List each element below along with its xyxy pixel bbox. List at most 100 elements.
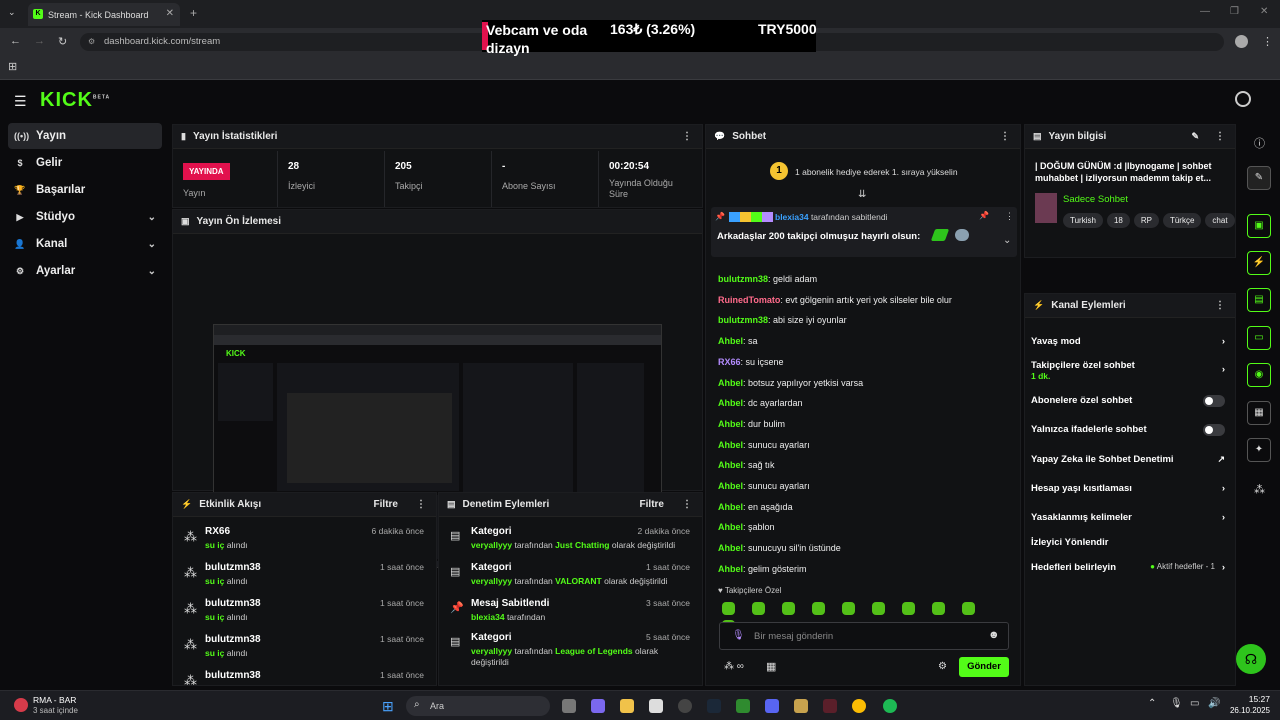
category-name[interactable]: Sadece Sohbet: [1063, 194, 1128, 205]
wrench-icon[interactable]: ✦: [1247, 438, 1271, 462]
broadcast-icon[interactable]: ◉: [1247, 363, 1271, 387]
apps-grid-icon[interactable]: ⊞: [8, 60, 17, 73]
document-icon[interactable]: ▤: [1247, 288, 1271, 312]
sidebar-item[interactable]: ▶ Stüdyo ⌄: [8, 204, 162, 230]
emote-only-toggle[interactable]: [1203, 424, 1225, 436]
emoji-icon[interactable]: ☻: [988, 629, 1000, 641]
subs-only-toggle[interactable]: [1203, 395, 1225, 407]
chat-message[interactable]: Ahbel: botsuz yapılıyor yetkisi varsa: [718, 378, 863, 388]
emote-icon[interactable]: [782, 602, 795, 615]
file-explorer-icon[interactable]: [620, 699, 634, 713]
kick-logo[interactable]: KICKBETA: [40, 89, 110, 112]
tab-search-icon[interactable]: ⌄: [8, 7, 16, 18]
activity-user[interactable]: bulutzmn38: [205, 670, 261, 681]
chat-message[interactable]: Ahbel: şablon: [718, 522, 775, 532]
pinned-menu-icon[interactable]: ⋮: [1005, 211, 1014, 222]
hamburger-menu-icon[interactable]: ☰: [14, 93, 27, 110]
chat-message[interactable]: bulutzmn38: abi size iyi oyunlar: [718, 315, 847, 325]
lightning-icon[interactable]: ⚡: [1247, 251, 1271, 275]
app-icon[interactable]: [823, 699, 837, 713]
raid-row[interactable]: İzleyici Yönlendir: [1031, 537, 1225, 548]
chat-username[interactable]: Ahbel: [718, 398, 743, 408]
chat-icon[interactable]: ▭: [1247, 326, 1271, 350]
subs-only-row[interactable]: Abonelere özel sohbet: [1031, 395, 1225, 407]
app-icon[interactable]: [794, 699, 808, 713]
chat-username[interactable]: Ahbel: [718, 336, 743, 346]
minecraft-icon[interactable]: [736, 699, 750, 713]
mic-icon[interactable]: 🎙: [732, 630, 745, 641]
unpin-icon[interactable]: 📌: [979, 211, 989, 220]
maximize-icon[interactable]: ❐: [1230, 6, 1239, 17]
chat-message[interactable]: Ahbel: sa: [718, 336, 758, 346]
support-headset-icon[interactable]: ☊: [1236, 644, 1266, 674]
chat-username[interactable]: Ahbel: [718, 378, 743, 388]
edit-pencil-icon[interactable]: ✎: [1247, 166, 1271, 190]
activity-user[interactable]: bulutzmn38: [205, 562, 261, 573]
banned-words-row[interactable]: Yasaklanmış kelimeler ›: [1031, 512, 1225, 523]
channel-actions-menu-icon[interactable]: ⋮: [1215, 300, 1225, 311]
clock-time[interactable]: 15:27: [1240, 694, 1270, 704]
taskbar-search[interactable]: ⌕ Ara: [406, 696, 550, 716]
profile-avatar[interactable]: [1235, 35, 1248, 48]
activity-filter-button[interactable]: Filtre: [374, 499, 398, 510]
send-button[interactable]: Gönder: [959, 657, 1009, 677]
browser-menu-icon[interactable]: ⋮: [1262, 35, 1273, 48]
chat-username[interactable]: RX66: [718, 357, 741, 367]
chat-username[interactable]: Ahbel: [718, 543, 743, 553]
clip-icon[interactable]: ▣: [1247, 214, 1271, 238]
sidebar-item[interactable]: ((•)) Yayın: [8, 123, 162, 149]
moderation-menu-icon[interactable]: ⋮: [682, 499, 692, 510]
weather-icon[interactable]: [14, 698, 28, 712]
layout-icon[interactable]: ▦: [1247, 401, 1271, 425]
info-menu-icon[interactable]: ⋮: [1215, 131, 1225, 142]
chat-settings-icon[interactable]: ⚙: [938, 661, 947, 672]
user-avatar[interactable]: [1235, 91, 1251, 107]
sidebar-item[interactable]: ⚙ Ayarlar ⌄: [8, 258, 162, 284]
chat-message[interactable]: Ahbel: dur bulim: [718, 419, 785, 429]
emote-only-row[interactable]: Yalnızca ifadelerle sohbet: [1031, 424, 1225, 436]
expand-pinned-icon[interactable]: ⌄: [1003, 235, 1011, 246]
activity-menu-icon[interactable]: ⋮: [416, 499, 426, 510]
account-age-row[interactable]: Hesap yaşı kısıtlaması ›: [1031, 483, 1225, 494]
moderation-filter-button[interactable]: Filtre: [640, 499, 664, 510]
volume-icon[interactable]: 🔊: [1208, 698, 1220, 709]
clock-date[interactable]: 26.10.2025: [1222, 706, 1270, 715]
chat-username[interactable]: bulutzmn38: [718, 315, 768, 325]
emote-icon[interactable]: [842, 602, 855, 615]
chat-username[interactable]: Ahbel: [718, 419, 743, 429]
moderator-name[interactable]: veryallyyy: [471, 540, 512, 550]
chat-username[interactable]: Ahbel: [718, 440, 743, 450]
site-info-icon[interactable]: ⚙: [88, 33, 95, 51]
store-icon[interactable]: ▦: [766, 660, 776, 673]
chat-message[interactable]: Ahbel: sunucu ayarları: [718, 481, 810, 491]
tag-pill[interactable]: Türkçe: [1162, 213, 1202, 228]
chat-menu-icon[interactable]: ⋮: [1000, 131, 1010, 142]
emote-icon[interactable]: [962, 602, 975, 615]
store-icon[interactable]: [649, 699, 663, 713]
moderator-name[interactable]: veryallyyy: [471, 646, 512, 656]
emote-icon[interactable]: [932, 602, 945, 615]
emote-icon[interactable]: [722, 602, 735, 615]
forward-icon[interactable]: →: [34, 35, 45, 47]
slow-mode-row[interactable]: Yavaş mod ›: [1031, 336, 1225, 347]
community-icon[interactable]: ⁂: [1254, 483, 1265, 496]
network-icon[interactable]: ▭: [1190, 698, 1199, 709]
gift-prompt[interactable]: 1 abonelik hediye ederek 1. sıraya yükse…: [795, 167, 958, 177]
goals-row[interactable]: Hedefleri belirleyin ● Aktif hedefler - …: [1031, 562, 1225, 573]
chat-username[interactable]: bulutzmn38: [718, 274, 768, 284]
back-icon[interactable]: ←: [10, 35, 21, 47]
moderator-name[interactable]: blexia34: [471, 612, 505, 622]
new-tab-icon[interactable]: +: [190, 6, 197, 20]
discord-icon[interactable]: [765, 699, 779, 713]
mic-tray-icon[interactable]: 🎙: [1170, 698, 1183, 709]
chat-username[interactable]: Ahbel: [718, 564, 743, 574]
emote-icon[interactable]: [872, 602, 885, 615]
sidebar-item[interactable]: 🏆 Başarılar: [8, 177, 162, 203]
browser-tab[interactable]: K Stream - Kick Dashboard ✕: [28, 3, 180, 26]
emote-icon[interactable]: [902, 602, 915, 615]
emote-icon[interactable]: [812, 602, 825, 615]
task-view-icon[interactable]: [562, 699, 576, 713]
chat-message[interactable]: Ahbel: en aşağıda: [718, 502, 793, 512]
chat-username[interactable]: Ahbel: [718, 481, 743, 491]
activity-user[interactable]: bulutzmn38: [205, 598, 261, 609]
